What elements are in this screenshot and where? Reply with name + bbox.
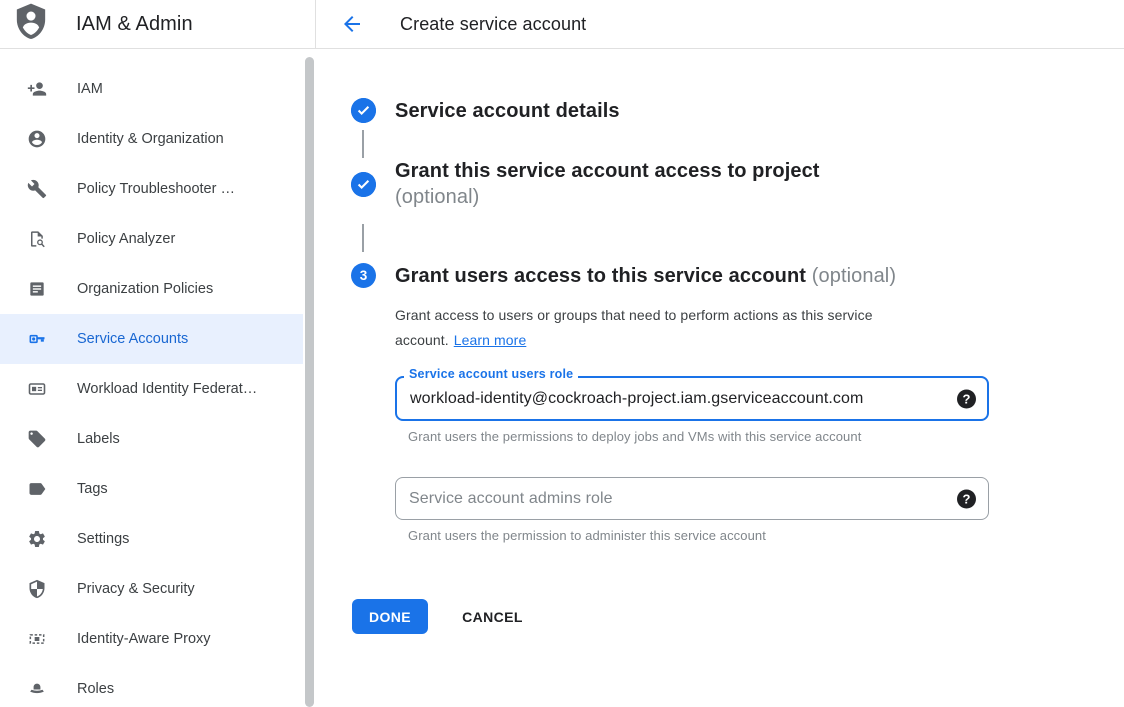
step1-title: Service account details bbox=[395, 98, 620, 124]
done-button[interactable]: DONE bbox=[352, 599, 428, 634]
admins-role-field-box bbox=[395, 477, 989, 520]
sidebar-item-label: Settings bbox=[77, 531, 129, 547]
sidebar-item-label: Organization Policies bbox=[77, 281, 213, 297]
service-account-key-icon bbox=[27, 329, 47, 349]
cancel-button[interactable]: CANCEL bbox=[462, 609, 523, 625]
sidebar-item-policy-troubleshooter[interactable]: Policy Troubleshooter … bbox=[0, 164, 303, 214]
step2-title: Grant this service account access to pro… bbox=[395, 158, 820, 210]
sidebar-item-label: Identity & Organization bbox=[77, 131, 224, 147]
step3-optional-label: (optional) bbox=[812, 265, 896, 287]
label-filled-icon bbox=[27, 479, 47, 499]
sidebar-body: IAM Identity & Organization Policy Troub… bbox=[0, 49, 316, 707]
sidebar-item-label: Privacy & Security bbox=[77, 581, 195, 597]
sidebar-item-label: Roles bbox=[77, 681, 114, 697]
admins-role-input[interactable] bbox=[409, 490, 944, 508]
sidebar-scrollbar[interactable] bbox=[303, 57, 316, 707]
help-icon[interactable]: ? bbox=[957, 389, 976, 408]
main-panel: Create service account Service account d… bbox=[316, 0, 1124, 707]
check-circle-icon bbox=[351, 98, 376, 123]
users-role-field-label: Service account users role bbox=[404, 367, 578, 381]
step-grant-access-to-project: Grant this service account access to pro… bbox=[351, 158, 1124, 210]
learn-more-link[interactable]: Learn more bbox=[454, 328, 527, 353]
service-account-users-role-field: Service account users role ? bbox=[395, 376, 989, 421]
sidebar-item-label: Policy Analyzer bbox=[77, 231, 175, 247]
users-role-input[interactable] bbox=[410, 390, 943, 408]
sidebar-item-label: Service Accounts bbox=[77, 331, 188, 347]
step-service-account-details: Service account details bbox=[351, 98, 1124, 124]
sidebar-nav: IAM Identity & Organization Policy Troub… bbox=[0, 64, 316, 707]
person-add-icon bbox=[27, 79, 47, 99]
service-account-admins-role-field: ? bbox=[395, 477, 989, 520]
iam-admin-sidebar: IAM & Admin IAM Identity & Organization … bbox=[0, 0, 316, 707]
step3-number-badge: 3 bbox=[351, 263, 376, 288]
tag-icon bbox=[27, 429, 47, 449]
product-title: IAM & Admin bbox=[76, 13, 193, 36]
admins-role-helper-text: Grant users the permission to administer… bbox=[408, 528, 989, 543]
account-circle-icon bbox=[27, 129, 47, 149]
sidebar-item-policy-analyzer[interactable]: Policy Analyzer bbox=[0, 214, 303, 264]
gear-icon bbox=[27, 529, 47, 549]
step-grant-users-access: 3 Grant users access to this service acc… bbox=[351, 263, 1124, 543]
article-icon bbox=[27, 279, 47, 299]
page-header: Create service account bbox=[316, 0, 1124, 49]
help-icon[interactable]: ? bbox=[957, 489, 976, 508]
sidebar-item-identity-organization[interactable]: Identity & Organization bbox=[0, 114, 303, 164]
sidebar-item-service-accounts[interactable]: Service Accounts bbox=[0, 314, 303, 364]
sidebar-item-label: Identity-Aware Proxy bbox=[77, 631, 211, 647]
sidebar-item-settings[interactable]: Settings bbox=[0, 514, 303, 564]
sidebar-item-organization-policies[interactable]: Organization Policies bbox=[0, 264, 303, 314]
sidebar-item-privacy-security[interactable]: Privacy & Security bbox=[0, 564, 303, 614]
users-role-helper-text: Grant users the permissions to deploy jo… bbox=[408, 429, 989, 444]
step3-description: Grant access to users or groups that nee… bbox=[395, 303, 989, 353]
shield-half-icon bbox=[27, 579, 47, 599]
step3-body: Grant users access to this service accou… bbox=[395, 263, 989, 543]
sidebar-item-label: IAM bbox=[77, 81, 103, 97]
sidebar-item-workload-identity-federat[interactable]: Workload Identity Federat… bbox=[0, 364, 303, 414]
users-role-field-box bbox=[395, 376, 989, 421]
step-connector bbox=[362, 224, 364, 252]
sidebar-item-label: Tags bbox=[77, 481, 108, 497]
wrench-icon bbox=[27, 179, 47, 199]
step-connector bbox=[362, 130, 364, 158]
sidebar-item-iam[interactable]: IAM bbox=[0, 64, 303, 114]
sidebar-item-label: Policy Troubleshooter … bbox=[77, 181, 235, 197]
sidebar-item-identity-aware-proxy[interactable]: Identity-Aware Proxy bbox=[0, 614, 303, 664]
sidebar-item-roles[interactable]: Roles bbox=[0, 664, 303, 707]
gcp-console-window: IAM & Admin IAM Identity & Organization … bbox=[0, 0, 1124, 707]
sidebar-item-label: Labels bbox=[77, 431, 120, 447]
sidebar-item-tags[interactable]: Tags bbox=[0, 464, 303, 514]
sidebar-header: IAM & Admin bbox=[0, 0, 316, 49]
form-actions: DONE CANCEL bbox=[352, 599, 1124, 634]
proxy-icon bbox=[27, 629, 47, 649]
page-title: Create service account bbox=[400, 14, 586, 35]
hat-icon bbox=[27, 679, 47, 699]
scrollbar-thumb[interactable] bbox=[305, 57, 314, 707]
arrow-back-icon bbox=[340, 12, 364, 36]
step3-title: Grant users access to this service accou… bbox=[395, 263, 989, 289]
iam-shield-icon bbox=[14, 3, 48, 46]
create-service-account-form: Service account details Grant this servi… bbox=[316, 49, 1124, 707]
sidebar-item-labels[interactable]: Labels bbox=[0, 414, 303, 464]
sidebar-item-label: Workload Identity Federat… bbox=[77, 381, 257, 397]
back-arrow-button[interactable] bbox=[340, 12, 364, 36]
doc-search-icon bbox=[27, 229, 47, 249]
check-circle-icon bbox=[351, 172, 376, 197]
step2-optional-label: (optional) bbox=[395, 186, 479, 208]
badge-card-icon bbox=[27, 379, 47, 399]
